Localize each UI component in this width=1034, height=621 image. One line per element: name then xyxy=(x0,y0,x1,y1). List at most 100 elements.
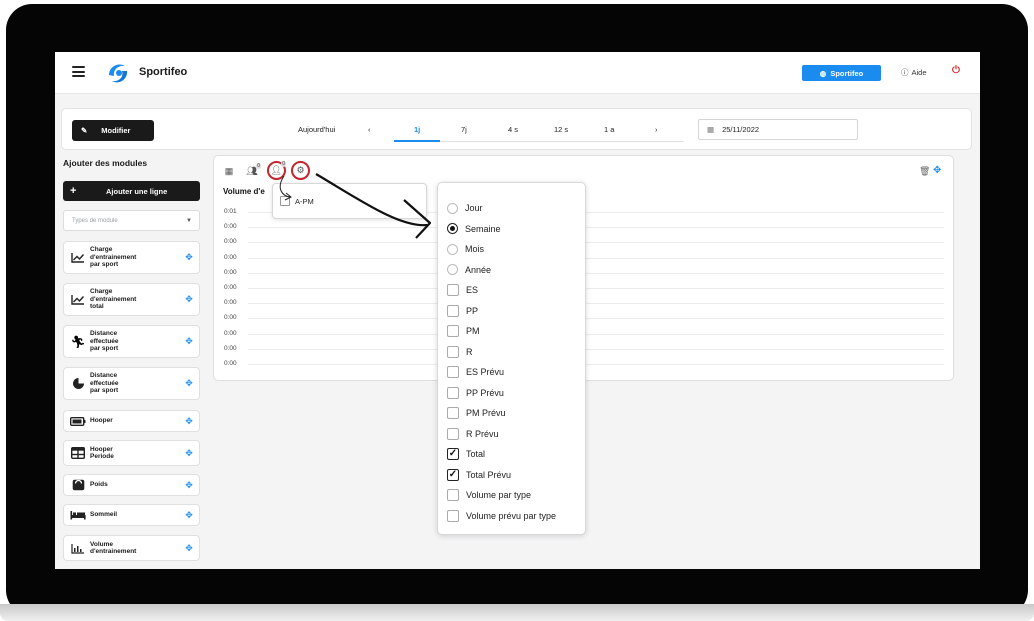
setting-option-label: Jour xyxy=(465,203,483,213)
setting-option[interactable]: Jour xyxy=(447,201,483,215)
time-label: 0:00 xyxy=(224,268,237,276)
athlete-icon[interactable]: 👤︎ 0 xyxy=(267,161,286,180)
module-type-select[interactable]: Types de module ▼ xyxy=(63,210,200,231)
period-4w[interactable]: 4 s xyxy=(508,125,518,134)
setting-option[interactable]: Mois xyxy=(447,242,484,256)
move-icon[interactable]: ✥ xyxy=(179,294,199,305)
settings-gear-icon[interactable]: ⚙ xyxy=(291,161,310,180)
calendar-icon: ▦ xyxy=(707,125,715,134)
checkbox-icon[interactable] xyxy=(447,489,459,501)
grid-line xyxy=(248,288,944,289)
power-icon[interactable]: ⏻ xyxy=(952,65,960,76)
sidebar-title: Ajouter des modules xyxy=(63,158,148,168)
move-icon[interactable]: ✥ xyxy=(933,165,941,176)
module-item[interactable]: Volume d'entrainement ✥ xyxy=(63,535,200,561)
checkbox-icon[interactable] xyxy=(447,509,459,522)
time-label: 0:01 xyxy=(224,208,237,215)
add-line-button[interactable]: + Ajouter une ligne xyxy=(63,181,200,201)
module-item[interactable]: Sommeil ✥ xyxy=(63,504,200,526)
team-badge: 0 xyxy=(256,163,261,169)
time-label: 0:00 xyxy=(224,314,237,322)
athlete-selector-popup: A-PM xyxy=(272,183,427,219)
move-icon[interactable]: ✥ xyxy=(179,336,199,347)
radio-icon[interactable] xyxy=(447,223,458,234)
pencil-icon: ✎ xyxy=(81,126,88,135)
move-icon[interactable]: ✥ xyxy=(179,252,199,263)
grid-line xyxy=(248,227,944,229)
module-item[interactable]: Hooper ✥ xyxy=(63,410,200,432)
module-item[interactable]: Charge d'entrainement total ✥ xyxy=(63,283,200,316)
setting-option[interactable]: ✓ Total Prévu xyxy=(447,468,511,482)
checkbox-icon[interactable] xyxy=(447,304,459,317)
setting-option[interactable]: Volume par type xyxy=(447,488,531,502)
module-type-placeholder: Types de module xyxy=(72,217,118,224)
move-icon[interactable]: ✥ xyxy=(179,543,199,554)
today-button[interactable]: Aujourd'hui xyxy=(298,125,335,134)
time-label: 0:00 xyxy=(224,299,237,307)
checkbox-icon[interactable] xyxy=(447,386,459,399)
radio-icon[interactable] xyxy=(447,264,458,275)
setting-option-label: R xyxy=(466,346,473,357)
setting-option-label: ES Prévu xyxy=(466,367,505,377)
period-1d[interactable]: 1j xyxy=(414,125,420,134)
setting-option[interactable]: R Prévu xyxy=(447,427,499,441)
checkbox-icon[interactable] xyxy=(447,427,459,440)
checkbox-icon[interactable] xyxy=(447,284,459,296)
calendar-icon[interactable]: ▦ xyxy=(223,165,235,177)
module-item[interactable]: Hooper Periode ✥ xyxy=(63,440,200,466)
move-icon[interactable]: ✥ xyxy=(179,448,199,459)
grid-line xyxy=(248,242,944,244)
athlete-checkbox[interactable] xyxy=(280,196,290,206)
checkbox-icon[interactable] xyxy=(447,345,459,358)
checkbox-icon[interactable]: ✓ xyxy=(447,448,459,460)
sportifeo-button[interactable]: ◍ Sportifeo xyxy=(802,65,881,81)
module-item[interactable]: Poids ✥ xyxy=(63,474,200,496)
period-1y[interactable]: 1 a xyxy=(604,125,614,134)
plus-icon: + xyxy=(70,185,77,197)
module-label: Charge d'entrainement total xyxy=(90,288,137,311)
setting-option[interactable]: PP Prévu xyxy=(447,386,504,400)
radio-icon[interactable] xyxy=(447,202,458,214)
module-item[interactable]: 🏃︎ Distance effectuée par sport ✥ xyxy=(63,325,200,358)
chevron-right-icon[interactable]: › xyxy=(655,125,658,134)
checkbox-icon[interactable] xyxy=(447,366,459,378)
move-icon[interactable]: ✥ xyxy=(179,378,199,389)
add-line-label: Ajouter une ligne xyxy=(106,186,168,196)
edit-button[interactable]: ✎ Modifier xyxy=(72,120,154,141)
setting-option[interactable]: PM Prévu xyxy=(447,406,506,420)
menu-icon[interactable] xyxy=(72,66,85,77)
period-12w[interactable]: 12 s xyxy=(554,125,568,134)
setting-option-label: ES xyxy=(466,285,479,295)
checkbox-icon[interactable]: ✓ xyxy=(447,468,459,481)
setting-option[interactable]: R xyxy=(447,345,473,359)
trash-icon[interactable]: 🗑︎ xyxy=(919,166,930,177)
setting-option[interactable]: PM xyxy=(447,324,480,338)
help-link[interactable]: ⓘ Aide xyxy=(901,67,927,78)
setting-option-label: Volume par type xyxy=(466,490,532,500)
setting-option[interactable]: Année xyxy=(447,263,491,277)
grid-line xyxy=(248,303,944,305)
setting-option[interactable]: Volume prévu par type xyxy=(447,509,556,523)
setting-option[interactable]: PP xyxy=(447,304,478,318)
edit-button-label: Modifier xyxy=(101,126,131,135)
team-icon[interactable]: 👥︎ 0 xyxy=(245,163,261,177)
period-7d[interactable]: 7j xyxy=(461,125,467,134)
move-icon[interactable]: ✥ xyxy=(179,480,199,491)
setting-option[interactable]: ES Prévu xyxy=(447,365,504,379)
move-icon[interactable]: ✥ xyxy=(179,416,199,427)
setting-option[interactable]: ✓ Total xyxy=(447,447,485,461)
date-input[interactable]: ▦ 25/11/2022 xyxy=(698,119,858,140)
grid-line xyxy=(248,333,944,335)
help-label: Aide xyxy=(911,68,927,77)
checkbox-icon[interactable] xyxy=(447,325,459,337)
laptop-frame: Sportifeo ◍ Sportifeo ⓘ Aide ⏻ ✎ Modifie… xyxy=(0,0,1034,621)
move-icon[interactable]: ✥ xyxy=(179,510,199,521)
checkbox-icon[interactable] xyxy=(447,407,459,419)
module-item[interactable]: Charge d'entrainement par sport ✥ xyxy=(63,241,200,274)
setting-option[interactable]: ES xyxy=(447,283,478,297)
radio-icon[interactable] xyxy=(447,243,458,255)
line-chart-icon xyxy=(66,294,90,305)
module-item[interactable]: Distance effectuée par sport ✥ xyxy=(63,367,200,400)
setting-option[interactable]: Semaine xyxy=(447,222,501,236)
chevron-left-icon[interactable]: ‹ xyxy=(368,125,371,134)
